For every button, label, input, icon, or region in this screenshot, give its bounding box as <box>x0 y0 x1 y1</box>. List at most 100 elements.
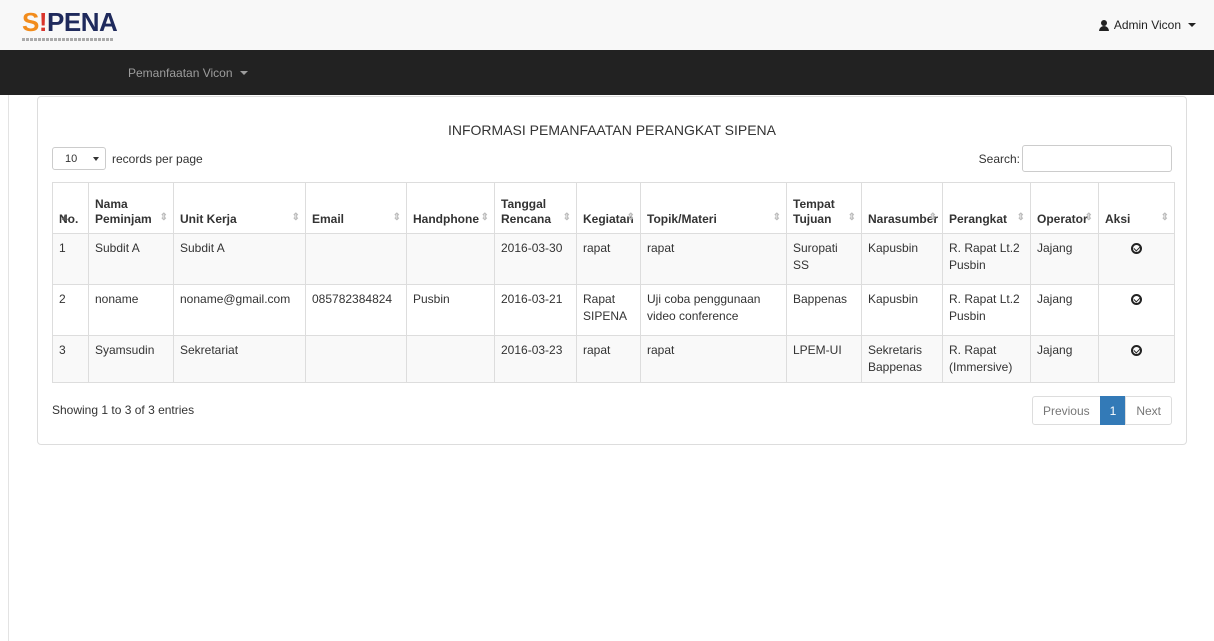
cell-tanggal-rencana: 2016-03-23 <box>494 335 577 383</box>
cell-kegiatan: rapat <box>576 233 641 285</box>
sort-icon: ⇕ <box>928 212 937 223</box>
cell-tempat-tujuan: Suropati SS <box>786 233 862 285</box>
sort-icon: ⇕ <box>480 212 489 223</box>
sort-icon: ⇕ <box>1160 212 1169 223</box>
column-header-kegiatan[interactable]: Kegiatan ⇕ <box>576 182 641 234</box>
dropdown-arrow-icon <box>93 156 100 161</box>
cell-tempat-tujuan: Bappenas <box>786 284 862 336</box>
sort-ascending-icon: ▲ <box>60 212 70 223</box>
records-per-page-select[interactable]: 10 <box>52 147 106 170</box>
table-info: Showing 1 to 3 of 3 entries <box>52 403 195 417</box>
cell-nama-peminjam: noname <box>88 284 174 336</box>
sort-icon: ⇕ <box>392 212 401 223</box>
column-header-narasumber[interactable]: Narasumber ⇕ <box>861 182 943 234</box>
sipena-logo[interactable]: S!PENA <box>22 7 118 43</box>
column-header-no[interactable]: No. ▲ <box>52 182 89 234</box>
cell-aksi <box>1098 335 1175 383</box>
cell-perangkat: R. Rapat (Immersive) <box>942 335 1031 383</box>
check-circle-icon[interactable] <box>1131 294 1142 305</box>
cell-operator: Jajang <box>1030 233 1099 285</box>
sort-icon: ⇕ <box>1084 212 1093 223</box>
cell-aksi <box>1098 233 1175 285</box>
cell-narasumber: Kapusbin <box>861 284 943 336</box>
cell-email <box>305 335 407 383</box>
table-row: 1 Subdit A Subdit A 2016-03-30 rapat rap… <box>52 233 1175 285</box>
records-per-page-value: 10 <box>65 152 78 165</box>
logo-exclamation: ! <box>38 7 48 37</box>
content-panel: INFORMASI PEMANFAATAN PERANGKAT SIPENA 1… <box>37 96 1187 445</box>
top-bar: S!PENA Admin Vicon <box>0 0 1214 50</box>
check-circle-icon[interactable] <box>1131 345 1142 356</box>
sort-icon: ⇕ <box>772 212 781 223</box>
cell-operator: Jajang <box>1030 335 1099 383</box>
cell-narasumber: Sekretaris Bappenas <box>861 335 943 383</box>
logo-letter-s: S <box>22 7 39 37</box>
cell-no: 1 <box>52 233 89 285</box>
cell-topik-materi: rapat <box>640 233 787 285</box>
cell-handphone <box>406 335 495 383</box>
column-header-operator[interactable]: Operator ⇕ <box>1030 182 1099 234</box>
cell-unit-kerja: noname@gmail.com <box>173 284 306 336</box>
page-title: INFORMASI PEMANFAATAN PERANGKAT SIPENA <box>447 122 777 138</box>
cell-handphone <box>406 233 495 285</box>
cell-handphone: Pusbin <box>406 284 495 336</box>
sort-icon: ⇕ <box>1016 212 1025 223</box>
cell-tempat-tujuan: LPEM-UI <box>786 335 862 383</box>
column-header-tempat-tujuan[interactable]: Tempat Tujuan ⇕ <box>786 182 862 234</box>
column-header-nama-peminjam[interactable]: Nama Peminjam ⇕ <box>88 182 174 234</box>
cell-perangkat: R. Rapat Lt.2 Pusbin <box>942 233 1031 285</box>
cell-kegiatan: Rapat SIPENA <box>576 284 641 336</box>
column-header-aksi[interactable]: Aksi ⇕ <box>1098 182 1175 234</box>
user-menu[interactable]: Admin Vicon <box>1098 18 1196 32</box>
cell-no: 3 <box>52 335 89 383</box>
main-navbar: Pemanfaatan Vicon <box>0 50 1214 95</box>
cell-email <box>305 233 407 285</box>
cell-topik-materi: rapat <box>640 335 787 383</box>
cell-narasumber: Kapusbin <box>861 233 943 285</box>
pagination-previous-button[interactable]: Previous <box>1031 396 1101 425</box>
table-row: 3 Syamsudin Sekretariat 2016-03-23 rapat… <box>52 335 1175 383</box>
pagination-next-button[interactable]: Next <box>1125 396 1172 425</box>
user-name: Admin Vicon <box>1113 18 1181 32</box>
records-per-page-label: records per page <box>112 151 203 166</box>
records-per-page: 10 records per page <box>52 147 203 170</box>
caret-down-icon <box>239 71 248 75</box>
column-header-topik-materi[interactable]: Topik/Materi ⇕ <box>640 182 787 234</box>
cell-topik-materi: Uji coba penggunaan video conference <box>640 284 787 336</box>
nav-pemanfaatan-vicon[interactable]: Pemanfaatan Vicon <box>128 66 248 80</box>
cell-no: 2 <box>52 284 89 336</box>
column-header-perangkat[interactable]: Perangkat ⇕ <box>942 182 1031 234</box>
table-header-row: No. ▲ Nama Peminjam ⇕ Unit Kerja ⇕ Email ⇕ H… <box>52 182 1175 234</box>
sort-icon: ⇕ <box>847 212 856 223</box>
logo-wordmark: PENA <box>47 7 118 37</box>
search-label: Search: <box>978 151 1020 166</box>
sort-icon: ⇕ <box>562 212 571 223</box>
cell-perangkat: R. Rapat Lt.2 Pusbin <box>942 284 1031 336</box>
cell-nama-peminjam: Subdit A <box>88 233 174 285</box>
column-header-email[interactable]: Email ⇕ <box>305 182 407 234</box>
column-header-tanggal-rencana[interactable]: Tanggal Rencana ⇕ <box>494 182 577 234</box>
cell-kegiatan: rapat <box>576 335 641 383</box>
cell-aksi <box>1098 284 1175 336</box>
search-box: Search: <box>979 145 1172 172</box>
cell-tanggal-rencana: 2016-03-21 <box>494 284 577 336</box>
user-icon <box>1098 19 1109 31</box>
cell-nama-peminjam: Syamsudin <box>88 335 174 383</box>
sort-icon: ⇕ <box>626 212 635 223</box>
search-input[interactable] <box>1022 145 1172 172</box>
check-circle-icon[interactable] <box>1131 243 1142 254</box>
data-table: No. ▲ Nama Peminjam ⇕ Unit Kerja ⇕ Email ⇕ H… <box>52 182 1175 383</box>
cell-unit-kerja: Sekretariat <box>173 335 306 383</box>
cell-tanggal-rencana: 2016-03-30 <box>494 233 577 285</box>
cell-unit-kerja: Subdit A <box>173 233 306 285</box>
cell-email: 085782384824 <box>305 284 407 336</box>
page-border-line <box>8 95 9 641</box>
nav-item-label: Pemanfaatan Vicon <box>128 66 233 80</box>
column-header-unit-kerja[interactable]: Unit Kerja ⇕ <box>173 182 306 234</box>
caret-down-icon <box>1188 23 1196 27</box>
pagination: Previous 1 Next <box>1031 396 1172 425</box>
cell-operator: Jajang <box>1030 284 1099 336</box>
pagination-page-1[interactable]: 1 <box>1099 396 1127 425</box>
column-header-handphone[interactable]: Handphone ⇕ <box>406 182 495 234</box>
sort-icon: ⇕ <box>159 212 168 223</box>
